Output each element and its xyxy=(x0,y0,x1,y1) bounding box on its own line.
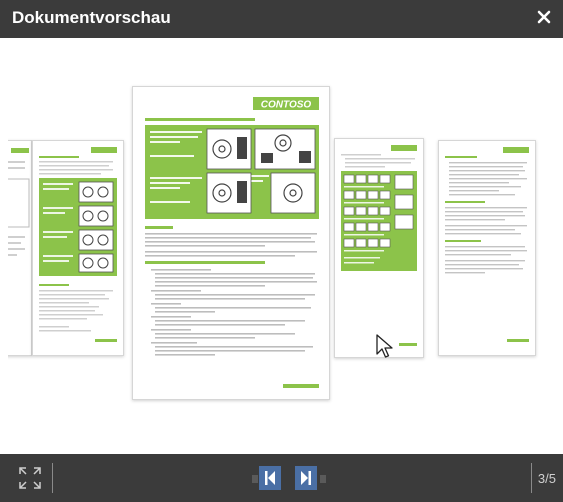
page-thumbnail-3-current[interactable]: CONTOSO xyxy=(132,86,330,400)
preview-area: CONTOSO xyxy=(8,38,555,454)
page-counter: 3/5 xyxy=(537,471,556,486)
previous-page-icon xyxy=(265,471,275,485)
page-thumbnail-5[interactable] xyxy=(438,140,536,356)
dialog-title: Dokumentvorschau xyxy=(12,8,171,27)
toolbar-separator-left xyxy=(52,463,53,493)
svg-text:CONTOSO: CONTOSO xyxy=(261,100,312,111)
nav-indicator-left xyxy=(252,475,258,483)
bottom-toolbar: 3/5 xyxy=(0,454,563,502)
document-preview-dialog: Dokumentvorschau CONTOSO 3/5 xyxy=(0,0,563,502)
page-thumbnail-4[interactable] xyxy=(334,138,424,358)
previous-page-button[interactable] xyxy=(259,466,281,490)
next-page-icon xyxy=(301,471,311,485)
mouse-pointer-icon xyxy=(376,334,394,360)
page-thumbnail-1[interactable] xyxy=(8,140,32,356)
nav-indicator-right xyxy=(320,475,326,483)
toolbar-separator-right xyxy=(531,463,532,493)
close-icon[interactable] xyxy=(533,6,555,28)
title-bar: Dokumentvorschau xyxy=(0,0,563,38)
fullscreen-icon[interactable] xyxy=(17,465,43,491)
next-page-button[interactable] xyxy=(295,466,317,490)
page-thumbnail-2[interactable] xyxy=(32,140,124,356)
